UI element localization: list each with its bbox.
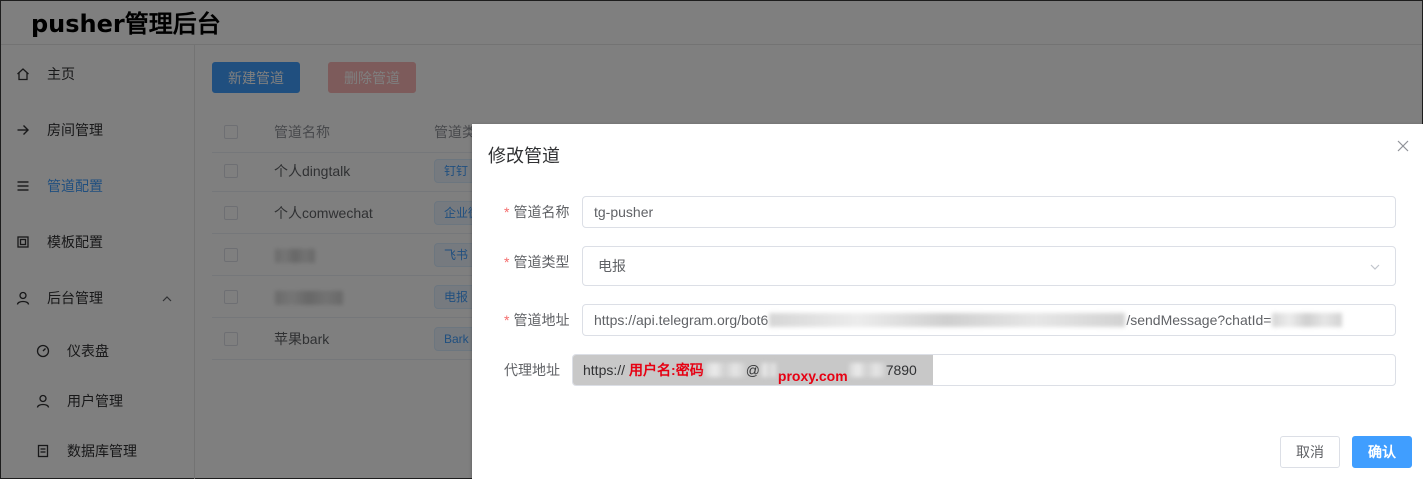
- select-value: 电报: [598, 258, 626, 274]
- form-row-url: * 管道地址 https://api.telegram.org/bot6 /sen…: [472, 304, 1423, 340]
- form-row-name: * 管道名称 tg-pusher: [472, 196, 1423, 232]
- pipeline-name-input[interactable]: tg-pusher: [582, 196, 1396, 228]
- proxy-at: @: [745, 362, 760, 378]
- field-label: * 管道名称: [504, 204, 570, 220]
- field-label: 代理地址: [504, 362, 560, 378]
- pipeline-url-input[interactable]: https://api.telegram.org/bot6 /sendMessa…: [582, 304, 1396, 336]
- annotation-host: proxy.com: [777, 368, 848, 384]
- field-label: * 管道地址: [504, 312, 570, 328]
- redacted-token: [769, 313, 1126, 327]
- proxy-prefix: https://: [583, 362, 626, 378]
- form-row-type: * 管道类型 电报: [472, 246, 1423, 286]
- redacted-host: [848, 363, 885, 377]
- proxy-port: 7890: [885, 362, 917, 378]
- required-mark: *: [504, 254, 510, 270]
- required-mark: *: [504, 204, 510, 220]
- dialog-title: 修改管道: [488, 146, 560, 166]
- edit-pipeline-dialog: 修改管道 * 管道名称 tg-pusher * 管道类型 电报 * 管道地址 http…: [472, 124, 1423, 479]
- field-label: * 管道类型: [504, 254, 570, 270]
- cancel-button[interactable]: 取消: [1280, 436, 1340, 468]
- proxy-value: https:// 用户名:密码 @ proxy.com 7890: [583, 356, 917, 384]
- pipeline-type-select[interactable]: 电报: [582, 246, 1396, 286]
- redacted-credential: [704, 363, 745, 377]
- required-mark: *: [504, 312, 510, 328]
- confirm-button[interactable]: 确认: [1352, 436, 1412, 468]
- redacted-chat-id: [1272, 313, 1343, 327]
- close-icon[interactable]: [1397, 139, 1411, 153]
- redacted-host-part: [760, 363, 777, 377]
- chevron-down-icon: [1369, 260, 1381, 272]
- url-suffix: /sendMessage?chatId=: [1126, 312, 1272, 328]
- annotation-user-pass: 用户名:密码: [629, 362, 704, 378]
- url-prefix: https://api.telegram.org/bot6: [594, 312, 769, 328]
- form-row-proxy: 代理地址 https:// 用户名:密码 @ proxy.com 7890: [472, 354, 1423, 390]
- proxy-url-input[interactable]: https:// 用户名:密码 @ proxy.com 7890: [572, 354, 1396, 386]
